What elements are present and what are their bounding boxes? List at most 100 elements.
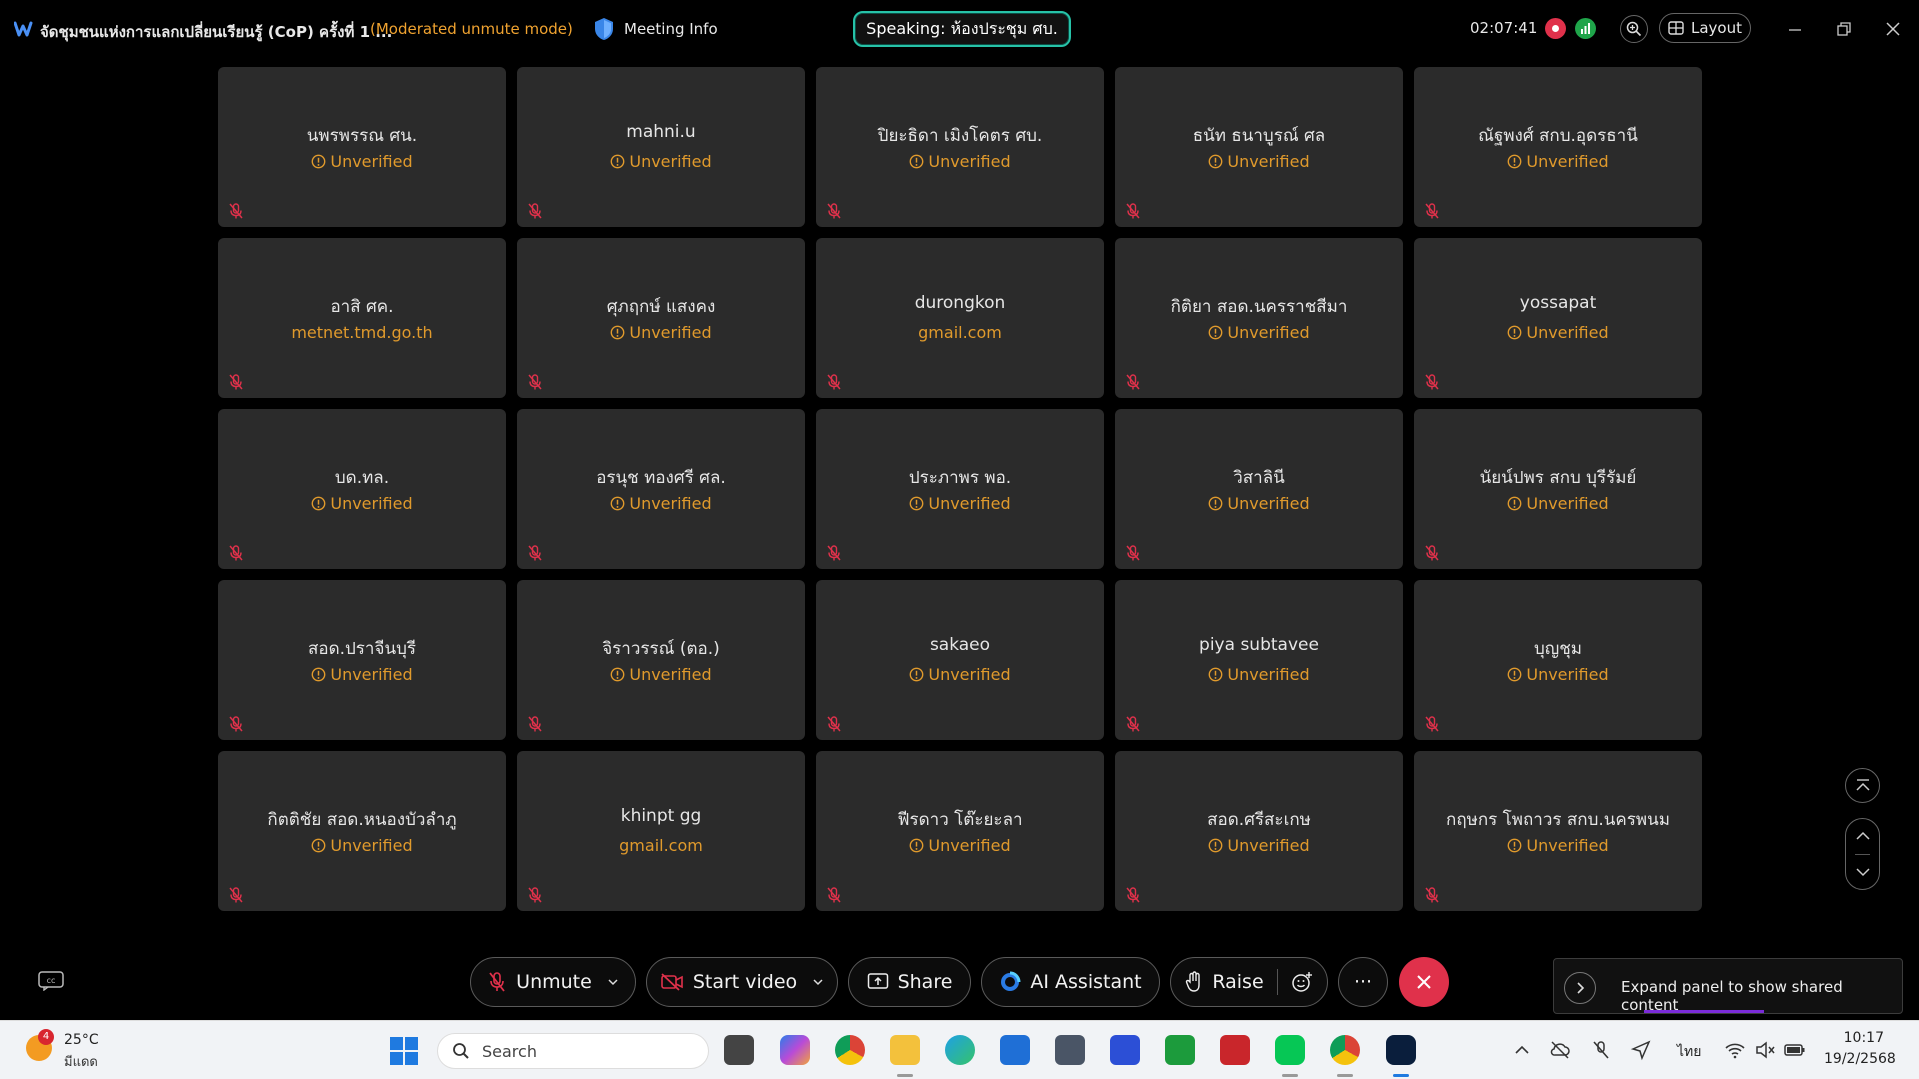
participant-tile[interactable]: ธนัท ธนาบูรณ์ ศล Unverified [1115, 67, 1403, 227]
raise-hand-button[interactable]: Raise [1170, 957, 1328, 1007]
chrome-active-indicator [1337, 1074, 1353, 1077]
speaker-muted-icon[interactable] [1754, 1039, 1776, 1061]
hand-icon [1186, 971, 1201, 992]
participant-tile[interactable]: อรนุช ทองศรี ศล. Unverified [517, 409, 805, 569]
network-status-icon[interactable] [1575, 18, 1596, 39]
participant-tile[interactable]: ณัฐพงศ์ สกบ.อุดรธานี Unverified [1414, 67, 1702, 227]
webex-taskbar-icon[interactable] [1386, 1035, 1416, 1065]
meeting-info-button[interactable]: Meeting Info [594, 16, 718, 42]
participant-tile[interactable]: กฤษกร โพถาวร สกบ.นครพนม Unverified [1414, 751, 1702, 911]
participant-tile[interactable]: ประภาพร พอ. Unverified [816, 409, 1104, 569]
windows-start-icon[interactable] [389, 1036, 419, 1066]
task-view-icon[interactable] [724, 1035, 754, 1065]
participant-tile[interactable]: durongkon gmail.com [816, 238, 1104, 398]
unmute-button[interactable]: Unmute [470, 957, 636, 1007]
participant-tile[interactable]: ศุภฤกษ์ แสงคง Unverified [517, 238, 805, 398]
battery-icon[interactable] [1784, 1039, 1806, 1061]
reactions-icon[interactable] [1291, 971, 1313, 993]
participant-tile[interactable]: วิสาลินี Unverified [1115, 409, 1403, 569]
participant-name: piya subtavee [1199, 635, 1319, 655]
participant-tile[interactable]: นพรพรรณ ศน. Unverified [218, 67, 506, 227]
chrome-icon[interactable] [835, 1035, 865, 1065]
participant-tile[interactable]: ฟีรดาว โต๊ะยะลา Unverified [816, 751, 1104, 911]
participant-name: ฟีรดาว โต๊ะยะลา [897, 810, 1023, 830]
taskbar-date[interactable]: 19/2/2568 [1824, 1051, 1896, 1067]
app-blue-icon[interactable] [1110, 1035, 1140, 1065]
store-icon[interactable] [1000, 1035, 1030, 1065]
leave-meeting-button[interactable] [1399, 957, 1449, 1007]
participant-tile[interactable]: จิราวรรณ์ (ตอ.) Unverified [517, 580, 805, 740]
warning-circle-icon [311, 667, 326, 682]
chevron-up-icon[interactable] [1854, 827, 1872, 845]
expand-panel-banner[interactable]: Expand panel to show shared content [1553, 958, 1903, 1014]
app-hexagon-icon[interactable] [1055, 1035, 1085, 1065]
wifi-icon[interactable] [1724, 1039, 1746, 1061]
taskbar-search[interactable]: Search [437, 1033, 709, 1069]
participant-status-text: Unverified [330, 665, 413, 684]
participant-tile[interactable]: khinpt gg gmail.com [517, 751, 805, 911]
chevron-up-icon[interactable] [1511, 1039, 1533, 1061]
chevron-down-icon[interactable] [1854, 863, 1872, 881]
warning-circle-icon [1507, 496, 1522, 511]
shield-icon [595, 18, 613, 40]
muted-mic-icon [827, 545, 841, 561]
windows-taskbar: 4 25°C มีแดด Search ไทย 10:17 19/2/2568 [0, 1020, 1919, 1079]
mic-muted-tray-icon[interactable] [1590, 1039, 1612, 1061]
close-button[interactable] [1881, 17, 1905, 41]
participant-name: ประภาพร พอ. [908, 468, 1012, 488]
participant-tile[interactable]: สอด.ศรีสะเกษ Unverified [1115, 751, 1403, 911]
svg-text:cc: cc [47, 976, 56, 985]
participant-status-text: Unverified [928, 494, 1011, 513]
participant-status: Unverified [1115, 836, 1403, 855]
participant-tile[interactable]: สอด.ปราจีนบุรี Unverified [218, 580, 506, 740]
participant-grid: นพรพรรณ ศน. Unverified mahni.u Unverifie… [218, 67, 1702, 911]
line-icon[interactable] [1275, 1035, 1305, 1065]
participant-tile[interactable]: กิตติชัย สอด.หนองบัวลำภู Unverified [218, 751, 506, 911]
input-language[interactable]: ไทย [1677, 1041, 1701, 1063]
captions-icon[interactable]: cc [38, 971, 64, 991]
ai-assistant-button[interactable]: AI Assistant [981, 957, 1160, 1007]
participant-tile[interactable]: กิติยา สอด.นครราชสีมา Unverified [1115, 238, 1403, 398]
taskbar-time[interactable]: 10:17 [1824, 1030, 1884, 1046]
share-button[interactable]: Share [848, 957, 971, 1007]
participant-tile[interactable]: อาสิ ศค. metnet.tmd.go.th [218, 238, 506, 398]
warning-circle-icon [909, 496, 924, 511]
copilot-icon[interactable] [780, 1035, 810, 1065]
warning-circle-icon [311, 154, 326, 169]
participant-name: สอด.ศรีสะเกษ [1207, 810, 1311, 830]
participant-tile[interactable]: บด.ทล. Unverified [218, 409, 506, 569]
more-options-button[interactable]: ··· [1338, 957, 1388, 1007]
scroll-to-top-button[interactable] [1845, 768, 1880, 803]
expand-panel-arrow-button[interactable] [1564, 972, 1596, 1004]
cloud-off-icon[interactable] [1549, 1039, 1571, 1061]
participant-tile[interactable]: นัยน์ปพร สกบ บุรีรัมย์ Unverified [1414, 409, 1702, 569]
location-icon[interactable] [1630, 1039, 1652, 1061]
more-label: ··· [1353, 971, 1373, 993]
minimize-button[interactable] [1783, 17, 1807, 41]
participant-status: Unverified [218, 152, 506, 171]
participant-status-text: Unverified [629, 323, 712, 342]
line-active-indicator [1282, 1074, 1298, 1077]
warning-circle-icon [1208, 325, 1223, 340]
xbox-icon[interactable] [1165, 1035, 1195, 1065]
minimize-icon [1789, 29, 1801, 31]
participant-tile[interactable]: บุญชุม Unverified [1414, 580, 1702, 740]
participant-status-text: Unverified [1227, 836, 1310, 855]
muted-mic-icon [1126, 545, 1140, 561]
participant-status: gmail.com [816, 323, 1104, 342]
chrome-profile-icon[interactable] [1330, 1035, 1360, 1065]
participant-tile[interactable]: sakaeo Unverified [816, 580, 1104, 740]
participant-tile[interactable]: mahni.u Unverified [517, 67, 805, 227]
filezilla-icon[interactable] [1220, 1035, 1250, 1065]
start-video-button[interactable]: Start video [646, 957, 838, 1007]
participant-tile[interactable]: yossapat Unverified [1414, 238, 1702, 398]
muted-mic-icon [1126, 887, 1140, 903]
restore-button[interactable] [1832, 17, 1856, 41]
muted-mic-icon [1425, 887, 1439, 903]
participant-tile[interactable]: piya subtavee Unverified [1115, 580, 1403, 740]
edge-icon[interactable] [945, 1035, 975, 1065]
zoom-button[interactable] [1620, 15, 1648, 43]
file-explorer-icon[interactable] [890, 1035, 920, 1065]
layout-button[interactable]: Layout [1659, 13, 1751, 43]
participant-tile[interactable]: ปิยะธิดา เมิงโคตร ศบ. Unverified [816, 67, 1104, 227]
